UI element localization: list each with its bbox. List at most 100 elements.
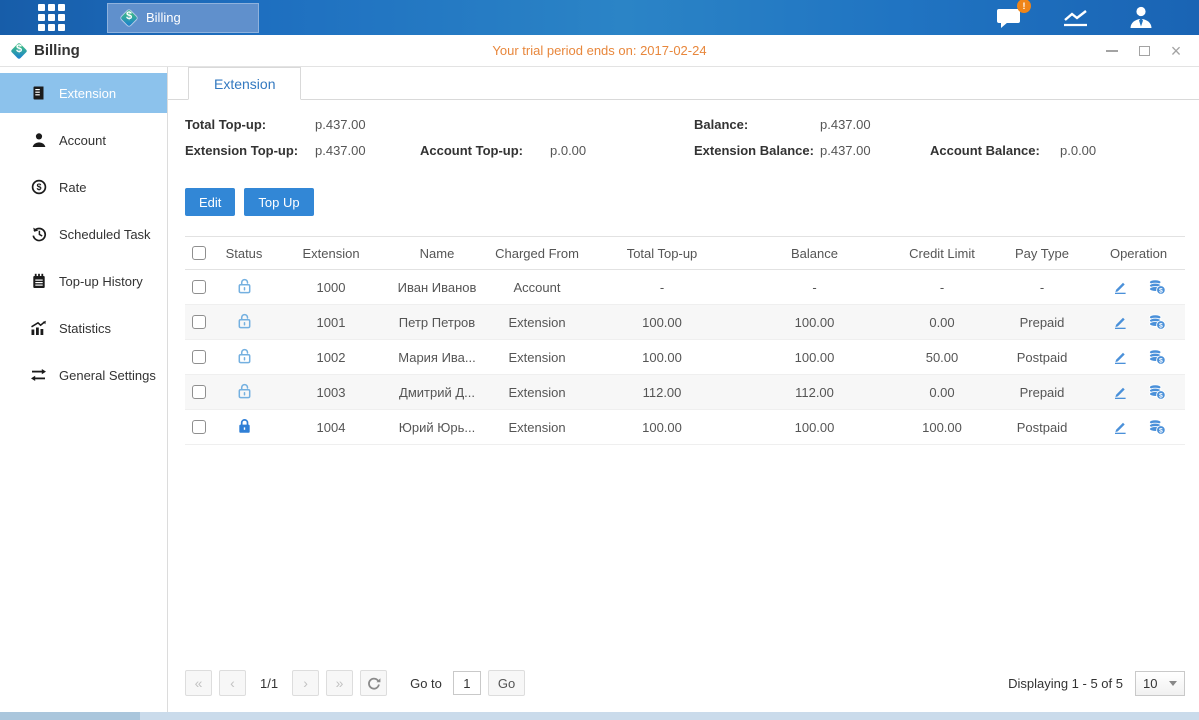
credit-limit-cell: - xyxy=(892,270,992,305)
main-content: Extension Total Top-up: p.437.00 Balance… xyxy=(168,67,1199,712)
app-grid-icon[interactable] xyxy=(38,4,65,31)
select-all-checkbox[interactable] xyxy=(192,246,206,260)
sidebar: Extension Account $ Rate xyxy=(0,67,168,712)
edit-pencil-icon[interactable] xyxy=(1112,419,1128,435)
extension-balance-label: Extension Balance: xyxy=(694,143,820,158)
top-up-button[interactable]: Top Up xyxy=(244,188,313,216)
edit-pencil-icon[interactable] xyxy=(1112,384,1128,400)
total-topup-cell: - xyxy=(587,270,737,305)
total-topup-cell: 100.00 xyxy=(587,340,737,375)
lock-open-icon[interactable] xyxy=(237,278,252,297)
page-size-value: 10 xyxy=(1143,676,1157,691)
sidebar-item-scheduled-task[interactable]: Scheduled Task xyxy=(0,214,167,254)
last-page-button[interactable]: » xyxy=(326,670,353,696)
account-topup-label: Account Top-up: xyxy=(420,143,550,158)
select-checkbox[interactable] xyxy=(192,385,206,399)
table-row: 1001Петр ПетровExtension100.00100.000.00… xyxy=(185,305,1185,340)
pay-type-cell: Postpaid xyxy=(992,410,1092,445)
goto-page-input[interactable] xyxy=(453,671,481,695)
lock-open-icon[interactable] xyxy=(237,348,252,367)
top-up-coins-icon[interactable]: $ xyxy=(1148,349,1166,365)
select-checkbox[interactable] xyxy=(192,350,206,364)
header-name: Name xyxy=(387,237,487,270)
table-row: 1004Юрий Юрь...Extension100.00100.00100.… xyxy=(185,410,1185,445)
pay-type-cell: Postpaid xyxy=(992,340,1092,375)
edit-button[interactable]: Edit xyxy=(185,188,235,216)
select-checkbox[interactable] xyxy=(192,315,206,329)
prev-page-button[interactable]: ‹ xyxy=(219,670,246,696)
edit-pencil-icon[interactable] xyxy=(1112,314,1128,330)
lock-open-icon[interactable] xyxy=(237,383,252,402)
sidebar-item-extension[interactable]: Extension xyxy=(0,73,167,113)
close-button[interactable]: × xyxy=(1169,44,1183,58)
statistics-icon xyxy=(30,320,47,336)
go-button[interactable]: Go xyxy=(488,670,525,696)
window-bottom-edge xyxy=(0,712,1199,720)
select-checkbox[interactable] xyxy=(192,280,206,294)
charged-from-cell: Extension xyxy=(487,340,587,375)
topbar-tab-billing[interactable]: $ Billing xyxy=(107,3,259,33)
sidebar-item-rate[interactable]: $ Rate xyxy=(0,167,167,207)
pay-type-cell: Prepaid xyxy=(992,305,1092,340)
lock-open-icon[interactable] xyxy=(237,313,252,332)
statistics-chart-icon[interactable] xyxy=(1062,8,1089,28)
name-cell: Петр Петров xyxy=(387,305,487,340)
lock-closed-icon[interactable] xyxy=(237,418,252,437)
credit-limit-cell: 0.00 xyxy=(892,305,992,340)
pay-type-cell: Prepaid xyxy=(992,375,1092,410)
charged-from-cell: Extension xyxy=(487,410,587,445)
extension-cell: 1001 xyxy=(275,305,387,340)
user-account-icon[interactable] xyxy=(1129,6,1153,29)
top-up-coins-icon[interactable]: $ xyxy=(1148,419,1166,435)
select-checkbox[interactable] xyxy=(192,420,206,434)
svg-text:$: $ xyxy=(1159,323,1163,330)
messages-icon[interactable]: ! xyxy=(996,6,1022,29)
header-balance: Balance xyxy=(737,237,892,270)
total-topup-value: p.437.00 xyxy=(315,117,420,132)
next-page-button[interactable]: › xyxy=(292,670,319,696)
sidebar-item-account[interactable]: Account xyxy=(0,120,167,160)
svg-text:$: $ xyxy=(1159,288,1163,295)
sidebar-item-topup-history[interactable]: Top-up History xyxy=(0,261,167,301)
sidebar-item-label: General Settings xyxy=(59,368,156,383)
table-row: 1003Дмитрий Д...Extension112.00112.000.0… xyxy=(185,375,1185,410)
first-page-button[interactable]: « xyxy=(185,670,212,696)
tab-extension[interactable]: Extension xyxy=(188,67,301,100)
name-cell: Юрий Юрь... xyxy=(387,410,487,445)
page-size-select[interactable]: 10 xyxy=(1135,671,1185,696)
table-row: 1000Иван ИвановAccount----$ xyxy=(185,270,1185,305)
table-row: 1002Мария Ива...Extension100.00100.0050.… xyxy=(185,340,1185,375)
extension-cell: 1000 xyxy=(275,270,387,305)
pay-type-cell: - xyxy=(992,270,1092,305)
name-cell: Иван Иванов xyxy=(387,270,487,305)
sidebar-item-statistics[interactable]: Statistics xyxy=(0,308,167,348)
top-up-coins-icon[interactable]: $ xyxy=(1148,384,1166,400)
billing-summary: Total Top-up: p.437.00 Balance: p.437.00… xyxy=(185,117,1185,158)
balance-cell: 100.00 xyxy=(737,340,892,375)
total-topup-cell: 100.00 xyxy=(587,410,737,445)
credit-limit-cell: 100.00 xyxy=(892,410,992,445)
maximize-button[interactable] xyxy=(1137,44,1151,58)
refresh-button[interactable] xyxy=(360,670,387,696)
sidebar-item-general-settings[interactable]: General Settings xyxy=(0,355,167,395)
balance-value: p.437.00 xyxy=(820,117,930,132)
svg-text:$: $ xyxy=(1159,428,1163,435)
extension-icon xyxy=(30,85,47,101)
edit-pencil-icon[interactable] xyxy=(1112,349,1128,365)
topbar: $ Billing ! xyxy=(0,0,1199,35)
credit-limit-cell: 0.00 xyxy=(892,375,992,410)
top-up-coins-icon[interactable]: $ xyxy=(1148,314,1166,330)
svg-text:$: $ xyxy=(36,182,41,192)
sidebar-item-label: Scheduled Task xyxy=(59,227,151,242)
extension-topup-value: p.437.00 xyxy=(315,143,420,158)
minimize-button[interactable] xyxy=(1105,44,1119,58)
top-up-coins-icon[interactable]: $ xyxy=(1148,279,1166,295)
sidebar-item-label: Rate xyxy=(59,180,86,195)
tab-bar: Extension xyxy=(168,67,1199,100)
sidebar-item-label: Account xyxy=(59,133,106,148)
balance-cell: 100.00 xyxy=(737,305,892,340)
goto-label: Go to xyxy=(410,676,442,691)
total-topup-cell: 112.00 xyxy=(587,375,737,410)
edit-pencil-icon[interactable] xyxy=(1112,279,1128,295)
header-charged-from: Charged From xyxy=(487,237,587,270)
